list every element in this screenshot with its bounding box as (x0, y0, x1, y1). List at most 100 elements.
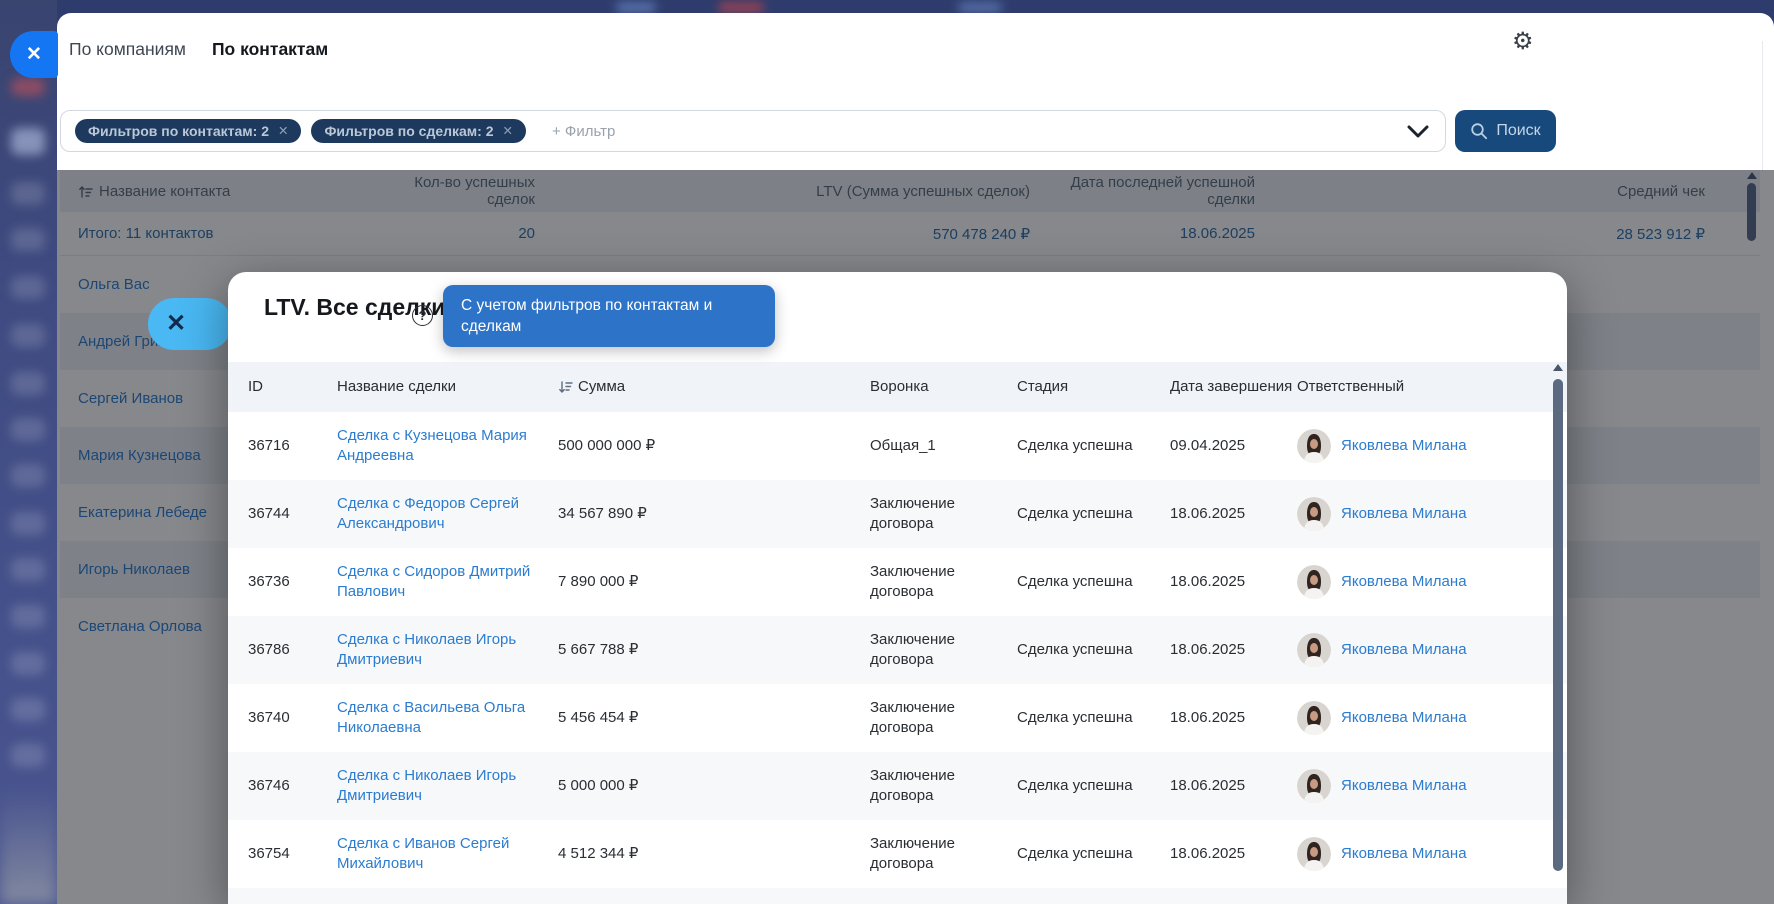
sidebar-icon-blur (11, 464, 45, 487)
sidebar-icon-blur (11, 512, 45, 535)
sidebar-icon-blur (11, 605, 45, 628)
sidebar-icon-blur (11, 418, 45, 441)
column-funnel[interactable]: Воронка (870, 377, 1017, 397)
owner-link[interactable]: Яковлева Милана (1341, 572, 1467, 592)
deal-id: 36744 (228, 504, 337, 524)
owner-link[interactable]: Яковлева Милана (1341, 504, 1467, 524)
search-button[interactable]: Поиск (1455, 110, 1556, 152)
scroll-up-icon[interactable] (1747, 172, 1757, 179)
deal-close-date: 18.06.2025 (1170, 776, 1297, 796)
deal-link[interactable]: Сделка с Кузнецова Мария Андреевна (337, 427, 527, 464)
table-row: 36740 Сделка с Васильева Ольга Николаевн… (228, 684, 1567, 752)
search-button-label: Поиск (1496, 122, 1540, 140)
deal-amount: 5 667 788 ₽ (558, 640, 870, 660)
deal-amount: 5 000 000 ₽ (558, 776, 870, 796)
deals-rows: 36716 Сделка с Кузнецова Мария Андреевна… (228, 412, 1567, 888)
deal-close-date: 18.06.2025 (1170, 504, 1297, 524)
deal-id: 36786 (228, 640, 337, 660)
sidebar-logo-blur (11, 78, 45, 96)
modal-header: LTV. Все сделки ? С учетом фильтров по к… (228, 272, 1567, 362)
deal-id: 36754 (228, 844, 337, 864)
column-deal-name[interactable]: Название сделки (337, 377, 558, 397)
report-tabs: По компаниям По контактам (67, 35, 330, 64)
deal-stage: Сделка успешна (1017, 504, 1170, 524)
background-blur-blob (958, 2, 1002, 13)
scrollbar-thumb[interactable] (1553, 379, 1563, 871)
chevron-down-icon[interactable] (1407, 125, 1429, 138)
sort-desc-icon (558, 380, 573, 395)
slideover-close-button[interactable]: ✕ (10, 31, 58, 78)
deal-funnel: Заключение договора (870, 698, 1017, 739)
deal-close-date: 09.04.2025 (1170, 436, 1297, 456)
deal-id: 36746 (228, 776, 337, 796)
deal-funnel: Заключение договора (870, 494, 1017, 535)
deal-link[interactable]: Сделка с Николаев Игорь Дмитриевич (337, 767, 516, 804)
deal-stage: Сделка успешна (1017, 844, 1170, 864)
owner-link[interactable]: Яковлева Милана (1341, 640, 1467, 660)
deal-funnel: Общая_1 (870, 436, 1017, 456)
sidebar-icon-blur (11, 652, 45, 675)
add-filter-button[interactable]: + Фильтр (552, 123, 615, 140)
table-row: 36744 Сделка с Федоров Сергей Александро… (228, 480, 1567, 548)
deal-amount: 34 567 890 ₽ (558, 504, 870, 524)
gear-icon[interactable]: ⚙ (1512, 30, 1534, 54)
remove-filter-icon[interactable]: ✕ (503, 125, 513, 138)
owner-link[interactable]: Яковлева Милана (1341, 436, 1467, 456)
filter-chip-label: Фильтров по контактам: 2 (88, 123, 269, 139)
table-row: 36736 Сделка с Сидоров Дмитрий Павлович … (228, 548, 1567, 616)
remove-filter-icon[interactable]: ✕ (278, 125, 288, 138)
deal-funnel: Заключение договора (870, 630, 1017, 671)
deal-id: 36736 (228, 572, 337, 592)
sidebar-bottom-glow (0, 789, 57, 904)
sidebar (0, 0, 57, 904)
modal-scrollbar[interactable] (1552, 364, 1564, 902)
avatar (1297, 497, 1331, 531)
column-close-date[interactable]: Дата завершения (1170, 377, 1297, 397)
tab-by-companies[interactable]: По компаниям (67, 35, 188, 64)
deal-amount: 5 456 454 ₽ (558, 708, 870, 728)
column-stage[interactable]: Стадия (1017, 377, 1170, 397)
deal-funnel: Заключение договора (870, 562, 1017, 603)
sidebar-icon-blur (11, 698, 45, 721)
scrollbar-thumb[interactable] (1747, 183, 1756, 241)
close-icon: ✕ (26, 45, 42, 64)
app-root: ✕ По компаниям По контактам ⚙ Фильтров п… (0, 0, 1774, 904)
sidebar-icon-blur (11, 372, 45, 395)
deal-close-date: 18.06.2025 (1170, 572, 1297, 592)
sidebar-icon-blur (11, 228, 45, 251)
scroll-up-icon[interactable] (1553, 364, 1563, 371)
deal-stage: Сделка успешна (1017, 776, 1170, 796)
tab-by-contacts[interactable]: По контактам (210, 35, 330, 64)
owner-link[interactable]: Яковлева Милана (1341, 844, 1467, 864)
filter-chip-label: Фильтров по сделкам: 2 (324, 123, 493, 139)
deal-id: 36716 (228, 436, 337, 456)
deal-amount: 7 890 000 ₽ (558, 572, 870, 592)
deal-link[interactable]: Сделка с Васильева Ольга Николаевна (337, 699, 525, 736)
ltv-deals-modal: LTV. Все сделки ? С учетом фильтров по к… (228, 272, 1567, 904)
deal-funnel: Заключение договора (870, 834, 1017, 875)
modal-close-button[interactable]: ✕ (148, 298, 232, 350)
owner-link[interactable]: Яковлева Милана (1341, 708, 1467, 728)
table-row: 36716 Сделка с Кузнецова Мария Андреевна… (228, 412, 1567, 480)
column-id[interactable]: ID (228, 377, 337, 397)
deal-stage: Сделка успешна (1017, 572, 1170, 592)
deal-stage: Сделка успешна (1017, 640, 1170, 660)
sidebar-icon-blur (11, 744, 45, 767)
help-icon[interactable]: ? (412, 305, 433, 326)
close-icon: ✕ (166, 312, 186, 336)
avatar (1297, 701, 1331, 735)
owner-link[interactable]: Яковлева Милана (1341, 776, 1467, 796)
deal-link[interactable]: Сделка с Иванов Сергей Михайлович (337, 835, 509, 872)
filter-chip-contacts[interactable]: Фильтров по контактам: 2 ✕ (75, 119, 301, 143)
column-owner[interactable]: Ответственный (1297, 377, 1567, 397)
sidebar-icon-blur (11, 324, 45, 347)
deal-link[interactable]: Сделка с Николаев Игорь Дмитриевич (337, 631, 516, 668)
column-amount[interactable]: Сумма (558, 377, 870, 397)
deal-link[interactable]: Сделка с Сидоров Дмитрий Павлович (337, 563, 530, 600)
table-row-partial (228, 888, 1567, 904)
deal-link[interactable]: Сделка с Федоров Сергей Александрович (337, 495, 519, 532)
avatar (1297, 429, 1331, 463)
deals-table-header: ID Название сделки Сумма Воронка Стадия … (228, 362, 1567, 412)
table-scrollbar[interactable] (1746, 172, 1757, 241)
filter-chip-deals[interactable]: Фильтров по сделкам: 2 ✕ (311, 119, 526, 143)
